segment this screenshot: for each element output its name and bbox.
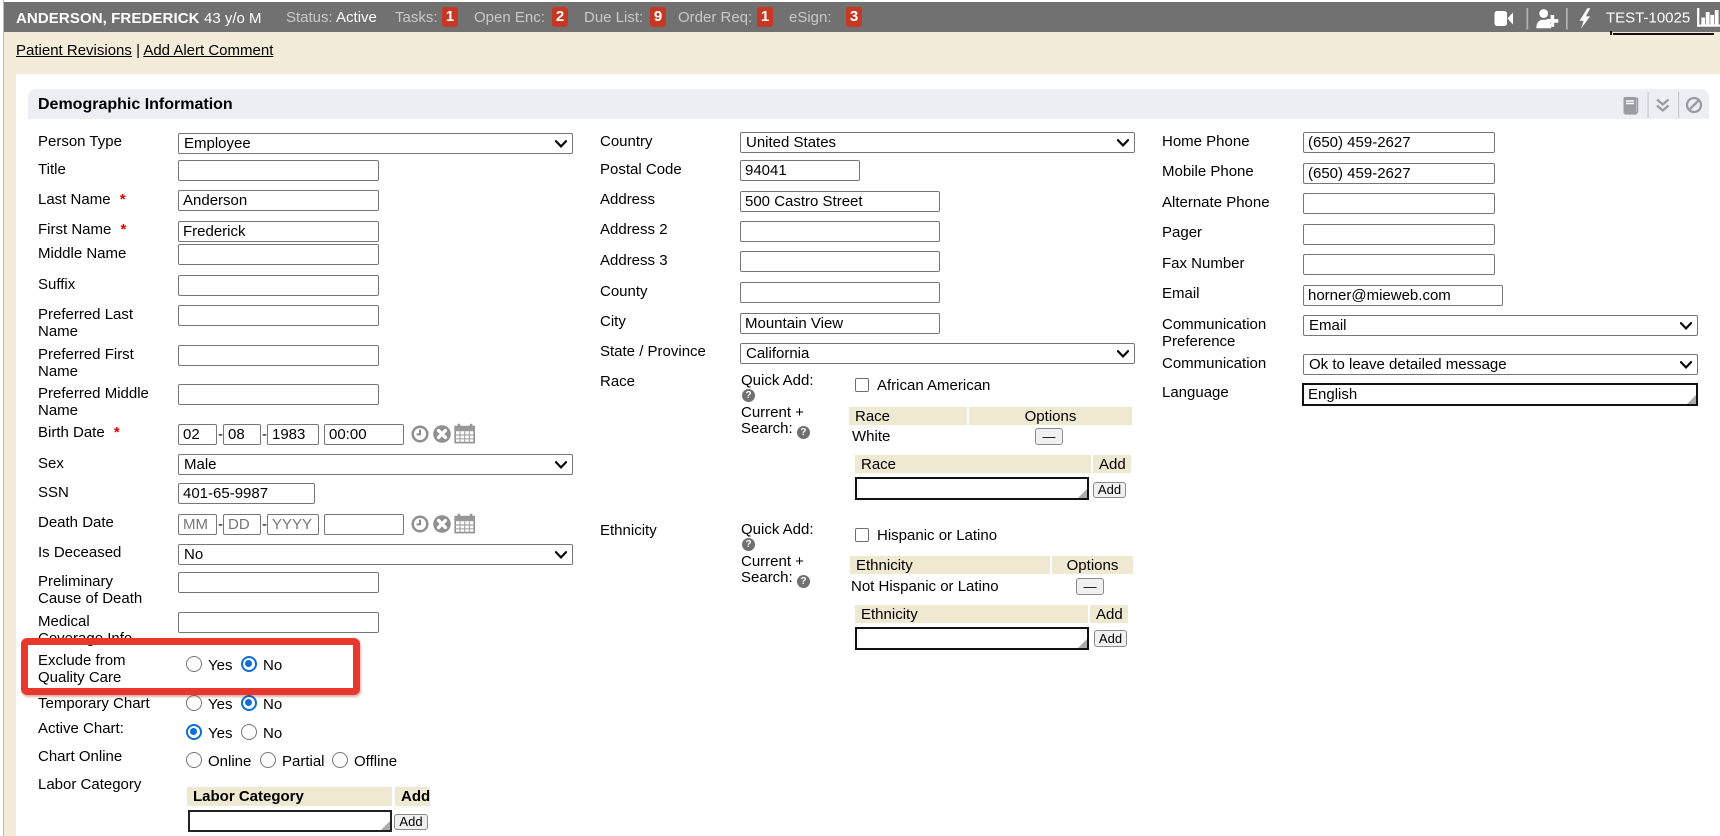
svg-text:TEST-10025: TEST-10025 <box>1606 10 1690 27</box>
